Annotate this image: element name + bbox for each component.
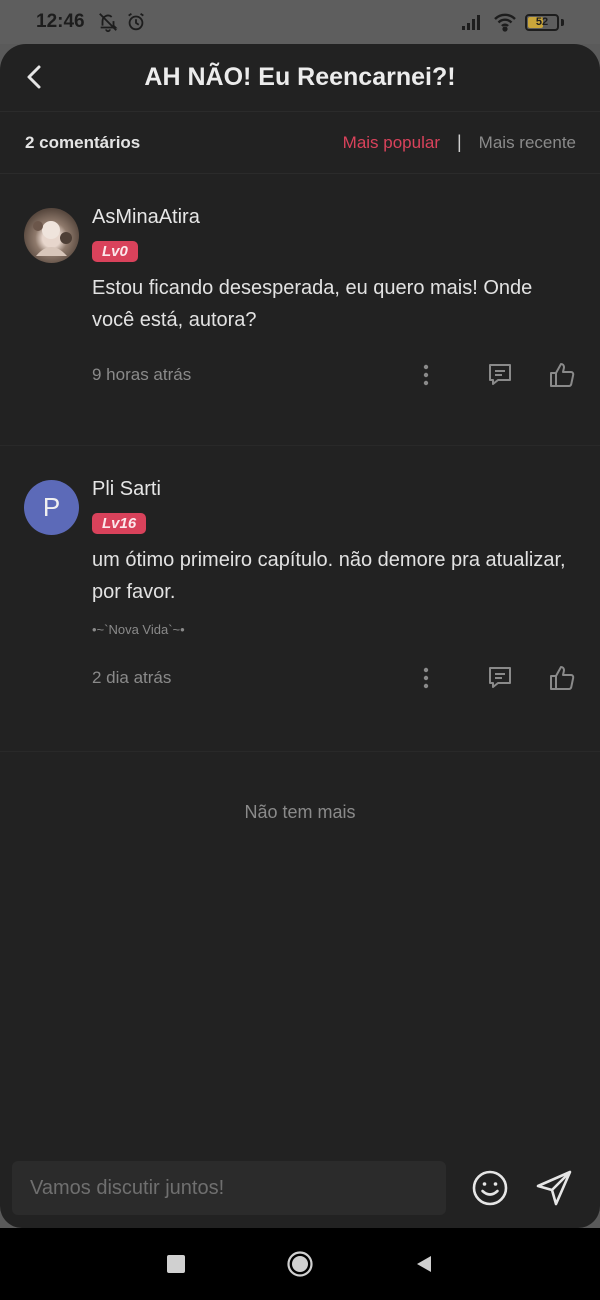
battery-tip xyxy=(561,18,564,26)
comment-input-bar xyxy=(0,1148,600,1228)
comment-item: P Pli Sarti Lv16 um ótimo primeiro capít… xyxy=(0,446,600,752)
status-time: 12:46 xyxy=(36,11,85,32)
comment-input[interactable] xyxy=(12,1161,446,1215)
send-icon[interactable] xyxy=(534,1168,574,1208)
avatar-image xyxy=(33,221,72,256)
level-badge: Lv16 xyxy=(92,513,147,534)
recent-apps-button[interactable] xyxy=(162,1250,190,1278)
signal-icon xyxy=(462,15,480,30)
more-options-icon[interactable] xyxy=(412,361,440,389)
home-button[interactable] xyxy=(286,1250,314,1278)
emoji-icon[interactable] xyxy=(470,1168,510,1208)
sort-separator: | xyxy=(456,132,462,152)
battery-indicator: 52 xyxy=(525,13,559,31)
comment-footer: 2 dia atrás xyxy=(92,663,576,693)
sort-popular-tab[interactable]: Mais popular xyxy=(343,133,440,153)
header: AH NÃO! Eu Reencarnei?! xyxy=(0,44,600,112)
system-nav-bar xyxy=(0,1228,600,1300)
square-icon xyxy=(167,1255,185,1273)
comment-username[interactable]: Pli Sarti xyxy=(92,478,576,501)
like-icon[interactable] xyxy=(548,664,576,692)
avatar[interactable]: P xyxy=(24,480,79,535)
no-more-label: Não tem mais xyxy=(244,802,356,822)
sort-recent-tab[interactable]: Mais recente xyxy=(479,133,576,153)
sort-options: Mais popular | Mais recente xyxy=(343,132,576,153)
comment-actions xyxy=(412,664,576,692)
battery-level: 52 xyxy=(535,16,549,28)
alarm-icon xyxy=(127,12,144,31)
user-signature: •~`Nova Vida`~• xyxy=(92,622,185,637)
wifi-icon xyxy=(494,13,516,32)
bell-muted-icon xyxy=(98,13,118,33)
level-badge: Lv0 xyxy=(92,241,138,262)
avatar[interactable] xyxy=(24,208,79,263)
comment-username[interactable]: AsMinaAtira xyxy=(92,206,576,229)
comment-text: um ótimo primeiro capítulo. não demore p… xyxy=(92,549,566,603)
page-title: AH NÃO! Eu Reencarnei?! xyxy=(144,63,456,91)
sort-bar: 2 comentários Mais popular | Mais recent… xyxy=(0,112,600,174)
triangle-back-icon xyxy=(417,1256,431,1272)
reply-icon[interactable] xyxy=(486,361,514,389)
reply-icon[interactable] xyxy=(486,664,514,692)
comment-count: 2 comentários xyxy=(25,132,141,152)
like-icon[interactable] xyxy=(548,361,576,389)
comment-time: 9 horas atrás xyxy=(92,365,192,384)
comments-sheet: AH NÃO! Eu Reencarnei?! 2 comentários Ma… xyxy=(0,44,600,1228)
comment-item: AsMinaAtira Lv0 Estou ficando desesperad… xyxy=(0,174,600,446)
comment-footer: 9 horas atrás xyxy=(92,360,576,390)
status-bar: 12:46 52 xyxy=(0,0,600,44)
comment-time: 2 dia atrás xyxy=(92,668,172,687)
back-arrow-icon[interactable] xyxy=(20,62,50,92)
back-button[interactable] xyxy=(410,1250,438,1278)
comment-text: Estou ficando desesperada, eu quero mais… xyxy=(92,277,533,331)
comment-actions xyxy=(412,361,576,389)
circle-icon xyxy=(287,1251,313,1277)
more-options-icon[interactable] xyxy=(412,664,440,692)
